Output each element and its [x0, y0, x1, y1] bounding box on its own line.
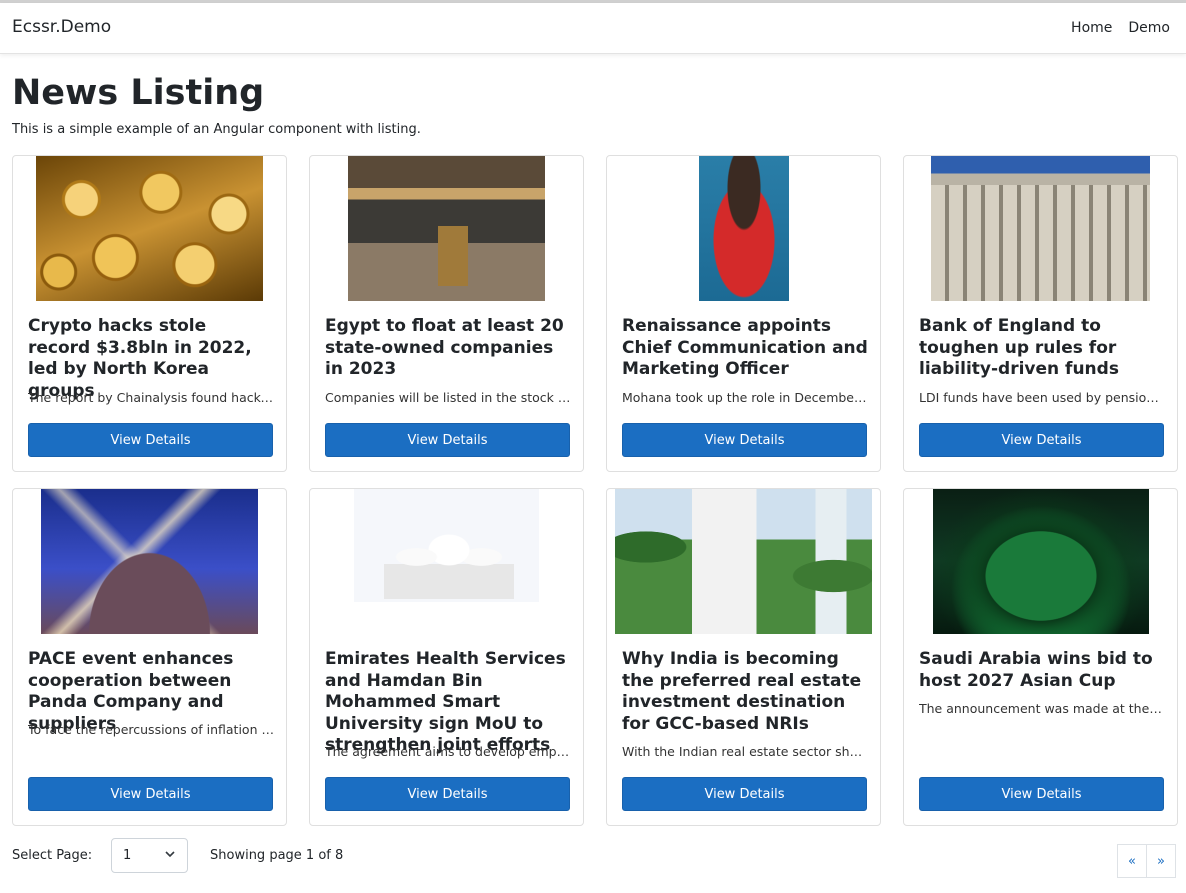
- page-select[interactable]: 1: [111, 838, 188, 873]
- view-details-button[interactable]: View Details: [325, 777, 570, 811]
- card-summary: LDI funds have been used by pension sche…: [919, 390, 1165, 405]
- card-image: [932, 489, 1149, 634]
- pager: « »: [1117, 844, 1176, 878]
- card-title: Egypt to float at least 20 state-owned c…: [325, 316, 564, 379]
- card-image-wrap: [310, 156, 583, 301]
- view-details-button[interactable]: View Details: [325, 423, 570, 457]
- card-summary: The report by Chainalysis found hackers …: [28, 390, 274, 405]
- page-title: News Listing: [12, 73, 265, 113]
- chevron-down-icon: [165, 851, 175, 858]
- card-image-wrap: [607, 489, 880, 634]
- card-title: Emirates Health Services and Hamdan Bin …: [325, 649, 566, 755]
- page-status: Showing page 1 of 8: [210, 848, 344, 863]
- card-title: Why India is becoming the preferred real…: [622, 649, 862, 734]
- view-details-button[interactable]: View Details: [919, 423, 1164, 457]
- prev-page-button[interactable]: «: [1117, 844, 1147, 878]
- news-card: Egypt to float at least 20 state-owned c…: [309, 155, 584, 472]
- card-image-wrap: [904, 489, 1177, 634]
- card-image: [354, 489, 539, 634]
- nav-link-home[interactable]: Home: [1071, 20, 1112, 36]
- card-summary: The agreement aims to develop employees: [325, 744, 571, 759]
- news-card: PACE event enhances cooperation between …: [12, 488, 287, 826]
- news-card: Why India is becoming the preferred real…: [606, 488, 881, 826]
- next-page-button[interactable]: »: [1146, 844, 1176, 878]
- card-image-wrap: [13, 489, 286, 634]
- card-title: Bank of England to toughen up rules for …: [919, 316, 1119, 379]
- nav-links: Home Demo: [1071, 20, 1170, 36]
- card-title: Saudi Arabia wins bid to host 2027 Asian…: [919, 649, 1153, 691]
- card-image: [36, 156, 263, 301]
- news-card: Bank of England to toughen up rules for …: [903, 155, 1178, 472]
- card-image: [348, 156, 545, 301]
- page-description: This is a simple example of an Angular c…: [12, 122, 421, 137]
- card-summary: Mohana took up the role in December 2022: [622, 390, 868, 405]
- card-image-wrap: [607, 156, 880, 301]
- card-image: [41, 489, 258, 634]
- view-details-button[interactable]: View Details: [28, 423, 273, 457]
- view-details-button[interactable]: View Details: [622, 777, 867, 811]
- view-details-button[interactable]: View Details: [919, 777, 1164, 811]
- card-summary: With the Indian real estate sector showi…: [622, 744, 868, 759]
- news-card: Saudi Arabia wins bid to host 2027 Asian…: [903, 488, 1178, 826]
- card-image-wrap: [13, 156, 286, 301]
- navbar: Ecssr.Demo Home Demo: [0, 3, 1186, 54]
- view-details-button[interactable]: View Details: [28, 777, 273, 811]
- page-select-value: 1: [123, 848, 132, 863]
- card-image: [615, 489, 872, 634]
- news-card: Emirates Health Services and Hamdan Bin …: [309, 488, 584, 826]
- card-summary: To face the repercussions of inflation a…: [28, 722, 274, 737]
- news-grid: Crypto hacks stole record $3.8bln in 202…: [12, 155, 1178, 826]
- news-card: Renaissance appoints Chief Communication…: [606, 155, 881, 472]
- card-title: Renaissance appoints Chief Communication…: [622, 316, 868, 379]
- nav-link-demo[interactable]: Demo: [1128, 20, 1170, 36]
- brand-link[interactable]: Ecssr.Demo: [12, 17, 111, 37]
- card-image-wrap: [904, 156, 1177, 301]
- card-image: [931, 156, 1150, 301]
- card-summary: Companies will be listed in the stock ex…: [325, 390, 571, 405]
- select-page-label: Select Page:: [12, 848, 93, 863]
- view-details-button[interactable]: View Details: [622, 423, 867, 457]
- card-image-wrap: [310, 489, 583, 634]
- news-card: Crypto hacks stole record $3.8bln in 202…: [12, 155, 287, 472]
- card-summary: The announcement was made at the AFC Con…: [919, 701, 1165, 716]
- card-image: [698, 156, 789, 301]
